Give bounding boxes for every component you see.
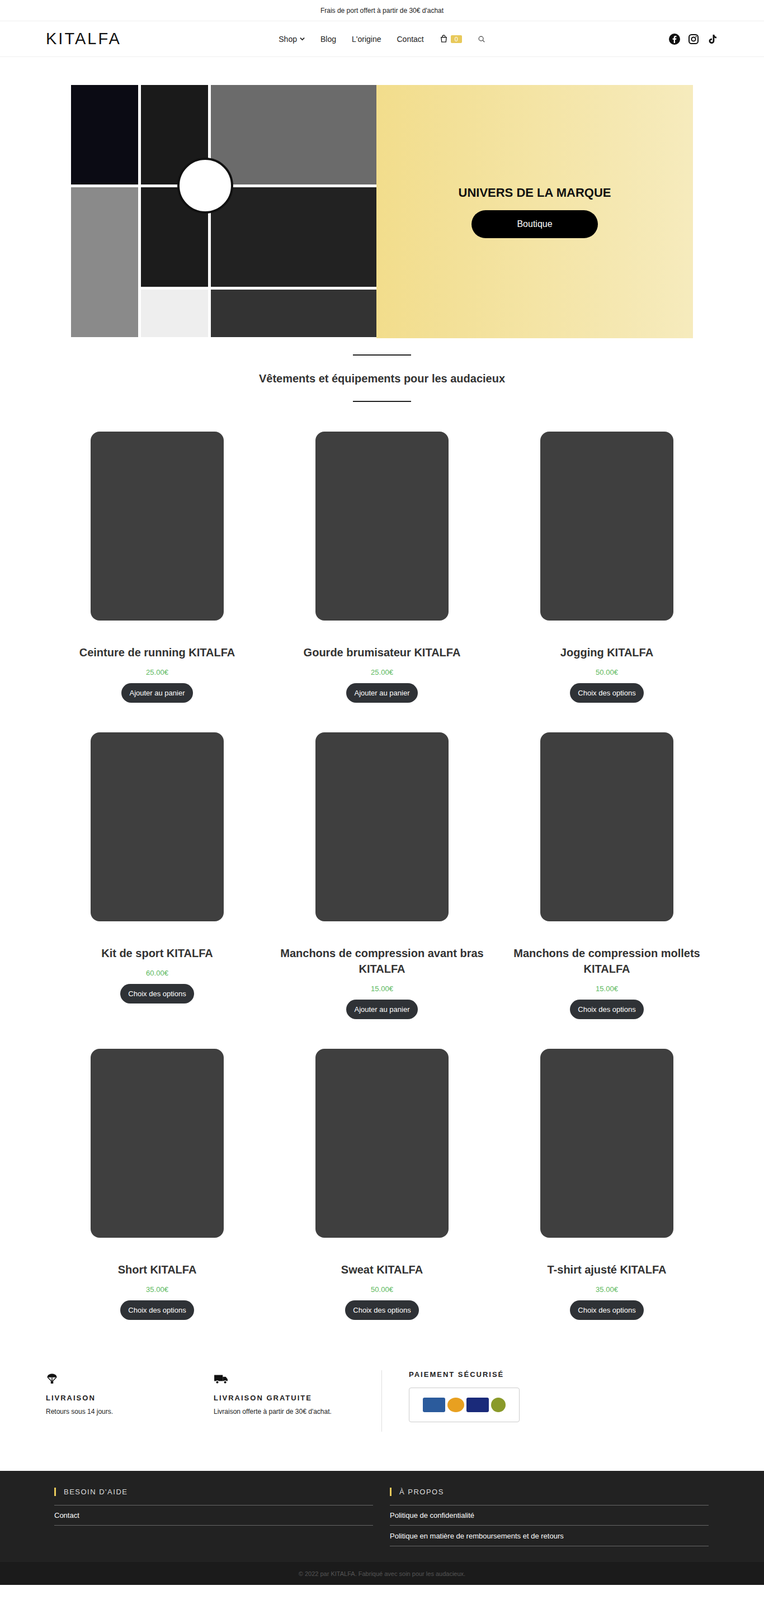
product-price: 25.00€ [370,668,394,677]
product-image[interactable] [49,1036,265,1252]
nav-item[interactable]: Blog [320,34,337,44]
product-name[interactable]: Manchons de compression avant bras KITAL… [274,945,490,978]
tiktok-link[interactable] [706,33,719,45]
social-links [485,33,719,45]
hero-banner: UNIVERS DE LA MARQUE Boutique [71,85,693,339]
secure-payment: PAIEMENT SÉCURISÉ [408,1370,577,1423]
shop-button[interactable]: Boutique [471,210,598,239]
search-icon [477,35,486,44]
product-price: 50.00€ [595,668,619,677]
product-image[interactable] [274,418,490,634]
product-price: 35.00€ [595,1285,619,1295]
product-price: 15.00€ [595,984,619,994]
top-bar: Frais de port offert à partir de 30€ d'a… [0,0,764,22]
parachute-icon [45,1373,59,1386]
product-button[interactable]: Ajouter au panier [346,1000,418,1020]
product-button[interactable]: Choix des options [120,984,194,1004]
product-image[interactable] [499,719,715,935]
product-button[interactable]: Choix des options [120,1300,194,1321]
product-button[interactable]: Choix des options [345,1300,419,1321]
product-name[interactable]: Manchons de compression mollets KITALFA [499,945,715,978]
footer-title: À PROPOS [389,1488,709,1497]
features-strip: LIVRAISONRetours sous 14 jours.LIVRAISON… [45,1370,719,1433]
footer-column: À PROPOS Politique de confidentialitéPoli… [389,1488,709,1548]
instagram-link[interactable] [687,33,700,45]
product-card: Manchons de compression avant bras KITAL… [274,719,490,1020]
nav-item[interactable]: Contact [397,34,424,44]
product-name[interactable]: Short KITALFA [118,1262,197,1278]
product-button[interactable]: Choix des options [569,1300,644,1321]
copyright: © 2022 par KITALFA. Fabriqué avec soin p… [0,1562,764,1586]
cart-count-badge: 0 [450,35,462,44]
divider [352,354,412,356]
product-name[interactable]: Gourde brumisateur KITALFA [303,644,461,661]
logo[interactable]: KITALFA [45,29,122,49]
footer-link[interactable]: Politique en matière de remboursements e… [389,1526,709,1548]
product-price: 25.00€ [145,668,169,677]
footer-link[interactable]: Contact [54,1505,374,1527]
feature: LIVRAISONRetours sous 14 jours. [45,1370,214,1417]
product-name[interactable]: Kit de sport KITALFA [101,945,214,962]
section-title: Vêtements et équipements pour les audaci… [0,372,764,386]
product-image[interactable] [499,418,715,634]
product-card: Gourde brumisateur KITALFA 25.00€ Ajouter … [274,418,490,704]
product-name[interactable]: T-shirt ajusté KITALFA [547,1262,667,1278]
footer-column: BESOIN D'AIDE Contact [54,1488,374,1548]
tiktok-icon [706,33,719,45]
product-card: Kit de sport KITALFA 60.00€ Choix des opti… [49,719,265,1020]
brand-collage-image [71,85,377,339]
search-button[interactable] [477,35,486,44]
product-image[interactable] [499,1036,715,1252]
page: Frais de port offert à partir de 30€ d'a… [0,0,764,1586]
instagram-icon [687,33,700,45]
nav-item[interactable]: Shop [278,34,305,44]
product-button[interactable]: Choix des options [569,683,644,704]
footer-link[interactable]: Politique de confidentialité [389,1505,709,1527]
product-card: Jogging KITALFA 50.00€ Choix des options [499,418,715,704]
product-card: Sweat KITALFA 50.00€ Choix des options [274,1036,490,1321]
footer-title: BESOIN D'AIDE [54,1488,374,1497]
feature: LIVRAISON GRATUITELivraison offerte à pa… [213,1370,382,1417]
product-button[interactable]: Choix des options [569,1000,644,1020]
nav-item[interactable]: L'origine [351,34,382,44]
product-name[interactable]: Jogging KITALFA [560,644,654,661]
cart-button[interactable]: 0 [439,34,462,44]
product-image[interactable] [49,418,265,634]
facebook-icon [668,33,681,45]
hero-title: UNIVERS DE LA MARQUE [458,185,612,201]
product-card: T-shirt ajusté KITALFA 35.00€ Choix des op… [499,1036,715,1321]
product-price: 60.00€ [145,969,169,978]
product-image[interactable] [274,1036,490,1252]
footer: BESOIN D'AIDE Contact À PROPOS Politique de… [0,1471,764,1563]
product-name[interactable]: Sweat KITALFA [341,1262,423,1278]
product-card: Ceinture de running KITALFA 25.00€ Ajouter… [49,418,265,704]
truck-icon [213,1373,229,1386]
main-nav: Shop Blog L'origine Contact 0 [278,34,485,44]
product-price: 15.00€ [370,984,394,994]
product-image[interactable] [274,719,490,935]
product-price: 35.00€ [145,1285,169,1295]
product-card: Short KITALFA 35.00€ Choix des options [49,1036,265,1321]
product-name[interactable]: Ceinture de running KITALFA [79,644,236,661]
product-card: Manchons de compression mollets KITALFA 1… [499,719,715,1020]
caret-down-icon [299,36,305,42]
product-price: 50.00€ [370,1285,394,1295]
divider [352,401,412,403]
facebook-link[interactable] [668,33,681,45]
payment-badge-image [408,1388,520,1423]
product-grid: Ceinture de running KITALFA 25.00€ Ajouter… [49,418,715,1321]
header: KITALFA Shop Blog L'origine Contact 0 [0,21,764,58]
product-button[interactable]: Ajouter au panier [346,683,418,704]
product-image[interactable] [49,719,265,935]
hero-panel: UNIVERS DE LA MARQUE Boutique [376,85,693,339]
shopping-bag-icon [439,34,448,44]
product-button[interactable]: Ajouter au panier [121,683,193,704]
